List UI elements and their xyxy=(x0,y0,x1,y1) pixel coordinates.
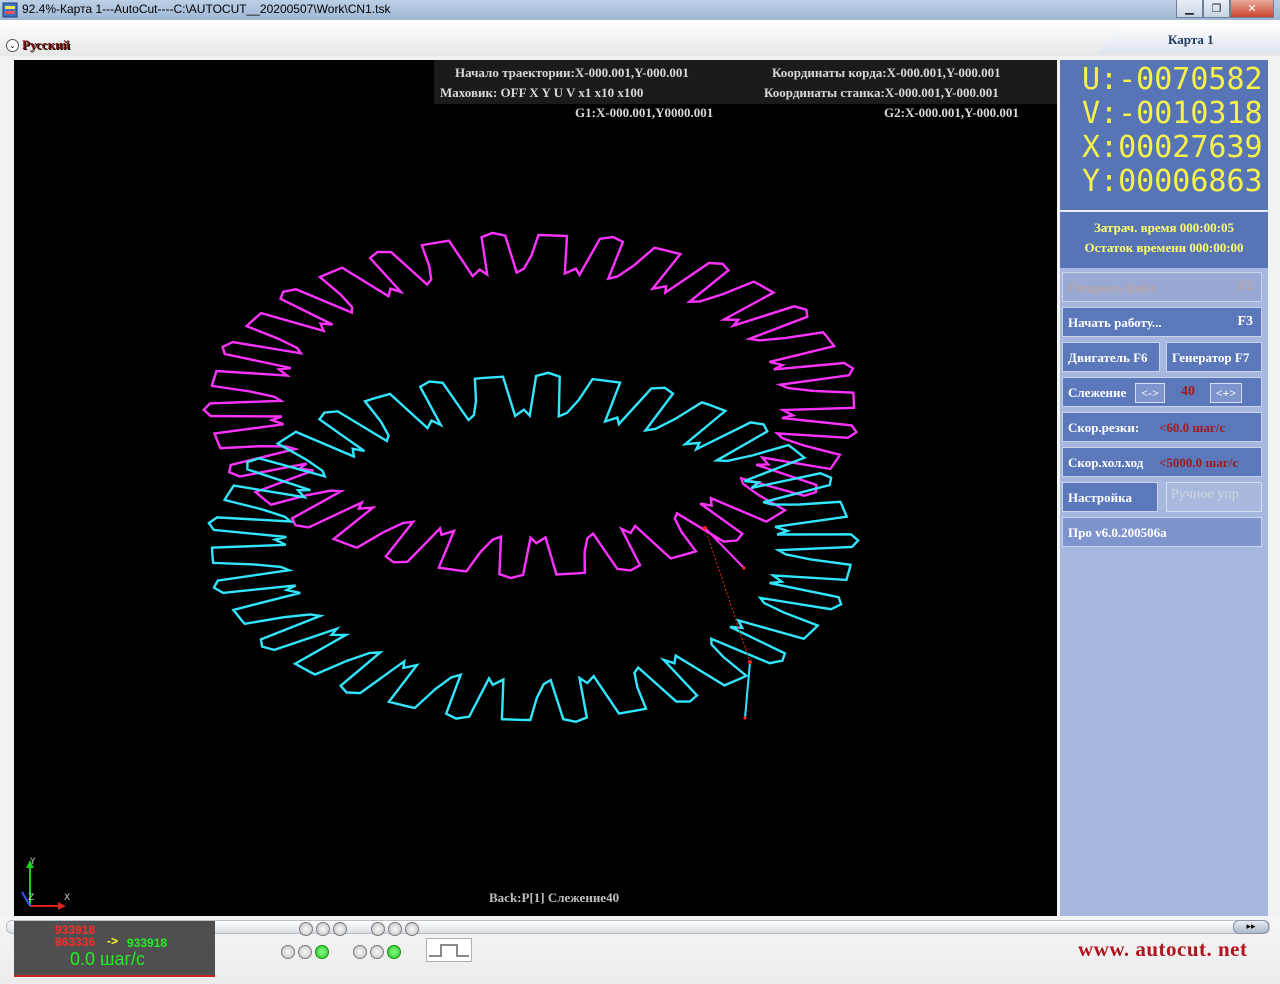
elapsed-time: Затрач. время 000:00:05 xyxy=(1094,220,1234,235)
control-panel: U:-0070582 V:-0010318 X:00027639 Y:00006… xyxy=(1060,60,1268,916)
idle-speed-label: Скор.хол.ход xyxy=(1068,455,1144,470)
indicator-led xyxy=(370,945,384,959)
axis-x-label: X xyxy=(64,893,70,903)
settings-label: Настройка xyxy=(1068,490,1132,505)
language-label: Русский xyxy=(22,37,71,52)
start-work-button[interactable]: Начать работу... F3 xyxy=(1062,307,1262,337)
indicator-led xyxy=(316,922,330,936)
cut-speed-label: Скор.резки: xyxy=(1068,420,1140,435)
axis-y-label: Y xyxy=(29,857,36,867)
start-point xyxy=(703,526,707,530)
close-icon: ✕ xyxy=(1247,2,1257,15)
outer-gear-path xyxy=(201,231,859,580)
inner-gear-path xyxy=(207,371,860,724)
start-work-label: Начать работу... xyxy=(1068,315,1162,330)
indicator-group-1 xyxy=(299,922,347,936)
motor-label: Двигатель F6 xyxy=(1068,350,1148,365)
language-selector[interactable]: ⌄ Русский xyxy=(6,37,70,53)
indicator-group-3 xyxy=(281,945,329,959)
indicator-group-2 xyxy=(371,922,419,936)
open-file-label: Открыть файл xyxy=(1068,280,1157,295)
indicator-led xyxy=(333,922,347,936)
indicator-led xyxy=(299,922,313,936)
arrow-right-icon: -> xyxy=(107,934,119,948)
x-coordinate: X:00027639 xyxy=(1082,130,1263,165)
tracking-decrease-button[interactable]: <-> xyxy=(1135,383,1165,403)
menu-bar xyxy=(0,20,1280,56)
tracking-label: Слежение xyxy=(1068,385,1127,400)
out-point xyxy=(743,716,747,720)
counter-right: 933918 xyxy=(127,936,168,950)
toolpath-drawing: Y X Z xyxy=(21,231,860,910)
cut-speed-control[interactable]: Скор.резки: <60.0 шаг/с xyxy=(1062,412,1262,442)
tracking-value: 40 xyxy=(1181,384,1195,399)
idle-speed-control[interactable]: Скор.хол.ход <5000.0 шаг/с xyxy=(1062,447,1262,477)
u-coordinate: U:-0070582 xyxy=(1082,62,1263,97)
tab-card-1[interactable]: Карта 1 xyxy=(1098,24,1280,54)
indicator-led xyxy=(388,922,402,936)
lead-in-path xyxy=(704,527,745,569)
drawing-canvas[interactable]: Начало траектории:X-000.001,Y-000.001 Ко… xyxy=(14,60,1057,916)
open-file-button[interactable]: Открыть файл F2 xyxy=(1062,272,1262,302)
y-coordinate: Y:00006863 xyxy=(1082,164,1263,199)
status-text: Back:P[1] Слежение40 xyxy=(489,890,620,905)
settings-button[interactable]: Настройка xyxy=(1062,482,1158,512)
manual-control-button[interactable]: Ручное упр xyxy=(1166,482,1262,512)
version-text: Про v6.0.200506a xyxy=(1068,525,1167,540)
v-coordinate: V:-0010318 xyxy=(1082,96,1263,131)
indicator-led-on xyxy=(315,945,329,959)
motor-button[interactable]: Двигатель F6 xyxy=(1062,342,1160,372)
scroll-right-icon[interactable]: ▸▸ xyxy=(1233,920,1269,934)
minimize-icon: ▁ xyxy=(1185,2,1194,15)
website-link[interactable]: www. autocut. net xyxy=(1078,937,1248,962)
progress-line xyxy=(14,975,215,977)
indicator-led xyxy=(298,945,312,959)
lead-point xyxy=(742,566,746,570)
tab-card-1-label: Карта 1 xyxy=(1168,32,1214,47)
tracking-control: Слежение <-> 40 <+> xyxy=(1062,377,1262,407)
chevron-down-icon: ⌄ xyxy=(6,38,19,52)
start-work-key: F3 xyxy=(1237,314,1253,329)
time-display: Затрач. время 000:00:05 Остаток времени … xyxy=(1060,210,1268,268)
speed-readout: 0.0 шаг/с xyxy=(70,949,146,969)
counter-mid: 863336 xyxy=(55,935,96,949)
step-counter: 933918 863336 -> 933918 0.0 шаг/с xyxy=(14,921,215,977)
restore-icon: ❐ xyxy=(1211,2,1222,15)
axis-z-label: Z xyxy=(28,893,34,903)
indicator-group-4 xyxy=(353,945,401,959)
tracking-increase-button[interactable]: <+> xyxy=(1210,383,1242,403)
close-button[interactable]: ✕ xyxy=(1230,0,1274,18)
indicator-led xyxy=(405,922,419,936)
minimize-button[interactable]: ▁ xyxy=(1176,0,1203,18)
generator-label: Генератор F7 xyxy=(1172,350,1250,365)
idle-speed-value: <5000.0 шаг/с xyxy=(1159,455,1239,470)
indicator-led-on xyxy=(387,945,401,959)
coordinate-display: U:-0070582 V:-0010318 X:00027639 Y:00006… xyxy=(1060,60,1268,211)
indicator-led xyxy=(281,945,295,959)
restore-button[interactable]: ❐ xyxy=(1203,0,1230,18)
cut-speed-value: <60.0 шаг/с xyxy=(1159,420,1226,435)
title-bar: 92.4%-Карта 1---AutoCut----C:\AUTOCUT__2… xyxy=(0,0,1280,21)
pulse-waveform-icon xyxy=(426,938,472,962)
remaining-time: Остаток времени 000:00:00 xyxy=(1084,240,1244,255)
version-label: Про v6.0.200506a xyxy=(1062,517,1262,547)
indicator-led xyxy=(353,945,367,959)
lead-out-path xyxy=(744,661,751,719)
app-icon xyxy=(2,2,18,18)
end-point xyxy=(748,660,752,664)
window-title: 92.4%-Карта 1---AutoCut----C:\AUTOCUT__2… xyxy=(22,2,391,16)
axis-gizmo: Y X Z xyxy=(21,857,70,910)
indicator-led xyxy=(371,922,385,936)
open-file-key: F2 xyxy=(1237,279,1253,294)
generator-button[interactable]: Генератор F7 xyxy=(1166,342,1262,372)
